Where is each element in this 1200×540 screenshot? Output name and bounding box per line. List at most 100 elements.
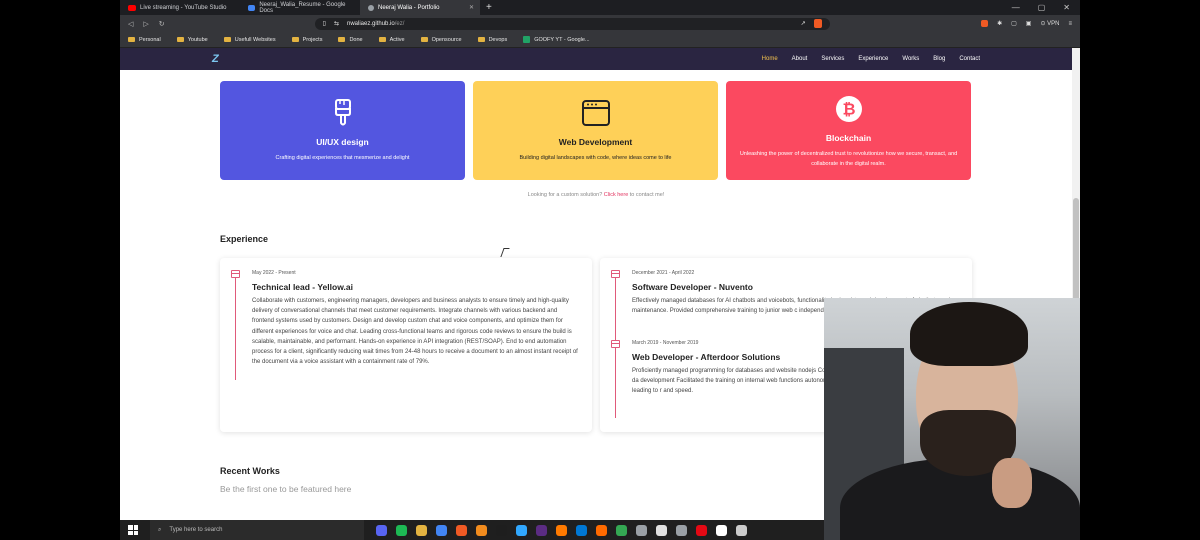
taskbar-app-icon[interactable] <box>676 524 687 536</box>
taskbar-app-icon[interactable] <box>636 524 647 536</box>
webcam-overlay <box>824 298 1080 540</box>
bookmark-opensource[interactable]: Opensource <box>420 37 462 43</box>
lock-icon: ⇆ <box>333 21 339 27</box>
tab-portfolio[interactable]: Neeraj Walia - Portfolio ✕ <box>360 0 480 15</box>
service-title: Blockchain <box>825 133 872 143</box>
globe-icon <box>368 4 374 11</box>
folder-icon <box>378 37 386 42</box>
taskbar-app-icon[interactable] <box>576 524 587 536</box>
bookmark-goofy-yt[interactable]: GOOFY YT - Google... <box>523 36 590 43</box>
folder-icon <box>223 37 231 42</box>
bookmark-usefull-websites[interactable]: Usefull Websites <box>223 37 276 43</box>
taskbar-app-icon[interactable] <box>396 524 407 536</box>
job-title: Technical lead - Yellow.ai <box>252 282 353 292</box>
services-cards: UI/UX design Crafting digital experience… <box>220 81 971 180</box>
nav-works[interactable]: Works <box>902 56 919 62</box>
experience-heading: Experience <box>220 234 269 244</box>
recent-works-heading: Recent Works <box>220 466 280 476</box>
site-logo[interactable]: Z <box>212 53 219 65</box>
bookmark-devops[interactable]: Devops <box>477 37 507 43</box>
sidebar-icon[interactable]: ▢ <box>1011 20 1017 27</box>
taskbar-app-icon[interactable] <box>616 524 627 536</box>
extensions-icon[interactable]: ✱ <box>997 20 1002 27</box>
calendar-icon <box>611 340 620 348</box>
nav-home[interactable]: Home <box>762 56 778 62</box>
bookmark-projects[interactable]: Projects <box>291 37 322 43</box>
nav-links: Home About Services Experience Works Blo… <box>762 56 980 62</box>
maximize-icon[interactable]: ▢ <box>1038 3 1046 12</box>
taskbar-app-icon[interactable] <box>596 524 607 536</box>
search-icon: ⌕ <box>158 526 162 533</box>
wallet-icon[interactable]: ▣ <box>1026 20 1032 27</box>
taskbar-app-icon[interactable] <box>416 524 427 536</box>
menu-icon[interactable]: ≡ <box>1068 21 1072 27</box>
taskbar-app-icon[interactable] <box>696 524 707 536</box>
new-tab-button[interactable]: + <box>480 2 498 13</box>
scrollbar-thumb[interactable] <box>1073 198 1079 308</box>
browser-window-icon <box>581 97 611 129</box>
toolbar-actions: ✱ ▢ ▣ ⊙ VPN ≡ <box>981 20 1072 27</box>
tab-google-docs[interactable]: Neeraj_Walia_Resume - Google Docs <box>240 0 360 15</box>
address-bar[interactable]: ▯ ⇆ nwaliaez.github.io/ez/ ↗ <box>314 17 830 30</box>
bookmark-personal[interactable]: Personal <box>128 37 161 43</box>
taskbar-app-icon[interactable] <box>536 524 547 536</box>
forward-icon[interactable]: ▷ <box>143 20 148 28</box>
service-card-uiux[interactable]: UI/UX design Crafting digital experience… <box>220 81 465 180</box>
bookmark-done[interactable]: Done <box>338 37 363 43</box>
tab-youtube-studio[interactable]: Live streaming - YouTube Studio <box>120 0 240 15</box>
bitcoin-icon: ₿ <box>835 93 863 125</box>
taskbar-app-icon[interactable] <box>476 524 487 536</box>
taskbar-app-icon[interactable] <box>456 524 467 536</box>
service-title: Web Development <box>558 137 633 147</box>
job-title: Software Developer - Nuvento <box>632 282 753 292</box>
taskbar-app-icon[interactable] <box>736 524 747 536</box>
folder-icon <box>176 37 184 42</box>
bookmark-icon[interactable]: ▯ <box>323 20 326 27</box>
url-text: nwaliaez.github.io/ez/ <box>347 20 405 27</box>
browser-toolbar: ◁ ▷ ↻ ▯ ⇆ nwaliaez.github.io/ez/ ↗ ✱ ▢ ▣… <box>120 15 1080 32</box>
folder-icon <box>291 37 299 42</box>
vpn-button[interactable]: ⊙ VPN <box>1040 20 1059 27</box>
taskbar-app-icon[interactable] <box>656 524 667 536</box>
bookmark-active[interactable]: Active <box>378 37 405 43</box>
minimize-icon[interactable]: — <box>1012 3 1020 12</box>
sheets-icon <box>523 36 531 43</box>
screen: Live streaming - YouTube Studio Neeraj_W… <box>0 0 1200 540</box>
calendar-icon <box>611 270 620 278</box>
nav-about[interactable]: About <box>792 56 808 62</box>
nav-contact[interactable]: Contact <box>959 56 980 62</box>
taskbar-app-icon[interactable] <box>556 524 567 536</box>
taskbar-search[interactable]: ⌕ Type here to search <box>150 520 364 540</box>
window-controls: — ▢ ✕ <box>1012 3 1080 12</box>
taskbar-app-icon[interactable] <box>376 524 387 536</box>
close-window-icon[interactable]: ✕ <box>1063 3 1070 12</box>
service-card-blockchain[interactable]: ₿ Blockchain Unleashing the power of dec… <box>726 81 971 180</box>
close-tab-icon[interactable]: ✕ <box>469 4 474 11</box>
taskbar-app-icon[interactable] <box>516 524 527 536</box>
nav-experience[interactable]: Experience <box>858 56 888 62</box>
nav-blog[interactable]: Blog <box>933 56 945 62</box>
person-hand <box>992 458 1032 508</box>
metamask-icon[interactable] <box>981 20 989 27</box>
folder-icon <box>477 37 485 42</box>
tab-bar: Live streaming - YouTube Studio Neeraj_W… <box>120 0 1080 15</box>
folder-icon <box>338 37 346 42</box>
site-navbar: Z Home About Services Experience Works B… <box>120 48 1072 70</box>
job-description: Collaborate with customers, engineering … <box>252 298 578 366</box>
tab-label: Live streaming - YouTube Studio <box>140 4 227 11</box>
nav-services[interactable]: Services <box>821 56 844 62</box>
share-icon[interactable]: ↗ <box>801 20 806 27</box>
bookmark-youtube[interactable]: Youtube <box>176 37 208 43</box>
timeline-line <box>235 278 236 380</box>
reload-icon[interactable]: ↻ <box>159 20 165 28</box>
contact-link[interactable]: Click here <box>604 192 628 198</box>
taskbar-app-icon[interactable] <box>716 524 727 536</box>
brave-shield-icon[interactable] <box>813 19 822 28</box>
windows-start-icon[interactable] <box>128 525 138 535</box>
service-desc: Building digital landscapes with code, w… <box>519 155 672 161</box>
taskbar-app-icon[interactable] <box>496 524 507 536</box>
docs-icon <box>248 4 256 11</box>
service-card-webdev[interactable]: Web Development Building digital landsca… <box>473 81 718 180</box>
taskbar-app-icon[interactable] <box>436 524 447 536</box>
back-icon[interactable]: ◁ <box>128 20 133 28</box>
